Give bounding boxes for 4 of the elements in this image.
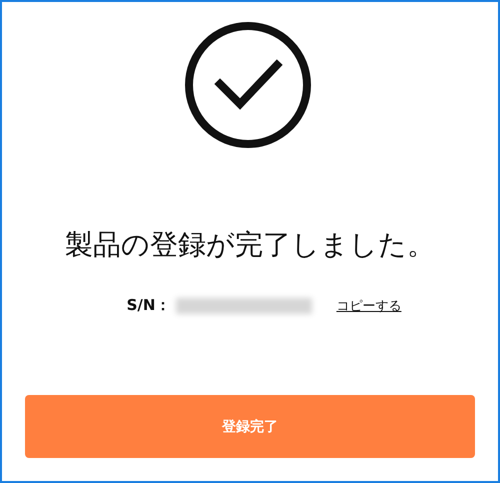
serial-label: S/N： [126,296,170,315]
success-title: 製品の登録が完了しました。 [65,227,435,263]
copy-link[interactable]: コピーする [336,296,402,314]
checkmark-circle-icon [183,20,313,150]
